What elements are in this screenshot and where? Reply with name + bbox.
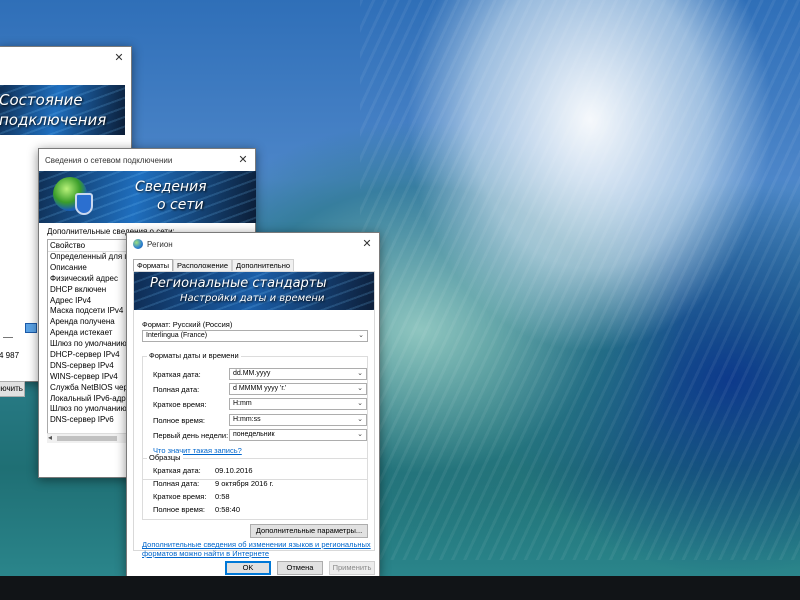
format-select-value: Interlingua (France) <box>146 332 208 339</box>
wallpaper-wave <box>360 0 800 560</box>
long-time-label: Полное время: <box>153 416 205 425</box>
title-bar[interactable]: ✕ <box>0 47 131 69</box>
first-day-value: понедельник <box>233 431 275 438</box>
chevron-down-icon: ⌄ <box>357 416 363 423</box>
sample-short-date-value: 09.10.2016 <box>215 466 253 475</box>
sample-long-date-label: Полная дата: <box>153 479 200 488</box>
tab-administrative[interactable]: Дополнительно <box>232 259 295 271</box>
list-item[interactable]: Шлюз по умолчанию I... <box>48 339 130 350</box>
list-item[interactable]: Служба NetBIOS чере... <box>48 383 130 394</box>
formats-panel: Региональные стандарты Настройки даты и … <box>133 271 375 558</box>
list-item[interactable]: DNS-сервер IPv4 <box>48 361 130 372</box>
sample-short-time-value: 0:58 <box>215 492 230 501</box>
window-title: Регион <box>147 239 173 249</box>
title-bar[interactable]: Сведения о сетевом подключении ✕ <box>39 149 255 171</box>
list-item[interactable]: DHCP включен <box>48 285 130 296</box>
region-window: Регион ✕ Форматы Расположение Дополнител… <box>126 232 380 578</box>
globe-icon <box>133 239 143 249</box>
chevron-down-icon: ⌄ <box>357 400 363 407</box>
activity-dash <box>3 337 13 338</box>
shield-icon <box>75 193 93 215</box>
cancel-button[interactable]: Отмена <box>277 561 323 575</box>
close-icon[interactable]: ✕ <box>237 154 249 166</box>
tab-bar: Форматы Расположение Дополнительно <box>133 259 295 272</box>
long-date-select[interactable]: d MMMM yyyy 'г.' ⌄ <box>229 383 367 395</box>
horizontal-scrollbar[interactable]: ◂ <box>47 433 133 443</box>
apply-button[interactable]: Применить <box>329 561 375 575</box>
samples-group: Образцы Краткая дата: 09.10.2016 Полная … <box>142 453 368 520</box>
computer-icon <box>25 323 37 333</box>
list-item[interactable]: Шлюз по умолчанию I... <box>48 404 130 415</box>
chevron-down-icon: ⌄ <box>357 385 363 392</box>
banner-line1: Сведения <box>135 179 207 195</box>
chevron-down-icon: ⌄ <box>357 370 363 377</box>
sample-long-date-value: 9 октября 2016 г. <box>215 479 274 488</box>
format-label: Формат: Русский (Россия) <box>142 320 233 329</box>
scrollbar-thumb[interactable] <box>57 436 117 441</box>
list-item[interactable]: Аренда получена <box>48 317 130 328</box>
format-select[interactable]: Interlingua (France) ⌄ <box>142 330 368 342</box>
long-time-value: H:mm:ss <box>233 416 261 423</box>
list-item[interactable]: DHCP-сервер IPv4 <box>48 350 130 361</box>
long-time-select[interactable]: H:mm:ss ⌄ <box>229 414 367 426</box>
close-icon[interactable]: ✕ <box>361 238 373 250</box>
network-details-banner: Сведения о сети <box>39 171 256 223</box>
short-date-label: Краткая дата: <box>153 370 201 379</box>
tab-location[interactable]: Расположение <box>173 259 233 271</box>
close-icon[interactable]: ✕ <box>113 52 125 64</box>
first-day-select[interactable]: понедельник ⌄ <box>229 429 367 441</box>
sample-long-time-label: Полное время: <box>153 505 205 514</box>
list-item[interactable]: Аренда истекает <box>48 328 130 339</box>
short-date-value: dd.MM.yyyy <box>233 370 271 377</box>
info-link-line1[interactable]: Дополнительные сведения об изменении язы… <box>142 540 371 549</box>
taskbar[interactable] <box>0 576 800 600</box>
sample-long-time-value: 0:58:40 <box>215 505 241 514</box>
chevron-down-icon: ⌄ <box>357 431 363 438</box>
list-item[interactable]: DNS-сервер IPv6 <box>48 415 130 426</box>
long-date-label: Полная дата: <box>153 385 200 394</box>
banner-line1: Состояние <box>0 91 83 109</box>
bytes-received: 4 987 <box>0 351 20 360</box>
banner-line2: о сети <box>157 197 204 213</box>
list-item[interactable]: Физический адрес <box>48 274 130 285</box>
list-item[interactable]: Локальный IPv6-адр... <box>48 394 130 405</box>
list-item[interactable]: Определенный для п... <box>48 252 130 263</box>
list-item[interactable]: Маска подсети IPv4 <box>48 306 130 317</box>
list-item[interactable]: WINS-сервер IPv4 <box>48 372 130 383</box>
banner-line2: Настройки даты и времени <box>180 293 325 304</box>
banner-line2: подключения <box>0 111 107 129</box>
disconnect-button[interactable]: лючить <box>0 381 25 397</box>
short-time-select[interactable]: H:mm ⌄ <box>229 398 367 410</box>
short-time-value: H:mm <box>233 400 252 407</box>
banner-line1: Региональные стандарты <box>150 276 327 291</box>
title-bar[interactable]: Регион ✕ <box>127 233 379 255</box>
sample-short-time-label: Краткое время: <box>153 492 207 501</box>
ok-button[interactable]: OK <box>225 561 271 575</box>
group-title: Форматы даты и времени <box>147 351 241 360</box>
short-time-label: Краткое время: <box>153 400 207 409</box>
list-item[interactable]: Адрес IPv4 <box>48 296 130 307</box>
scroll-left-icon[interactable]: ◂ <box>48 433 52 442</box>
long-date-value: d MMMM yyyy 'г.' <box>233 385 287 392</box>
chevron-down-icon: ⌄ <box>358 332 364 339</box>
first-day-label: Первый день недели: <box>153 431 229 440</box>
region-banner: Региональные стандарты Настройки даты и … <box>134 272 374 310</box>
short-date-select[interactable]: dd.MM.yyyy ⌄ <box>229 368 367 380</box>
additional-params-button[interactable]: Дополнительные параметры... <box>250 524 368 538</box>
window-title: Сведения о сетевом подключении <box>45 155 173 165</box>
sample-short-date-label: Краткая дата: <box>153 466 201 475</box>
connection-status-banner: Состояние подключения <box>0 85 125 135</box>
info-link-line2[interactable]: форматов можно найти в Интернете <box>142 549 269 558</box>
group-title: Образцы <box>147 453 183 462</box>
list-item[interactable]: Описание <box>48 263 130 274</box>
